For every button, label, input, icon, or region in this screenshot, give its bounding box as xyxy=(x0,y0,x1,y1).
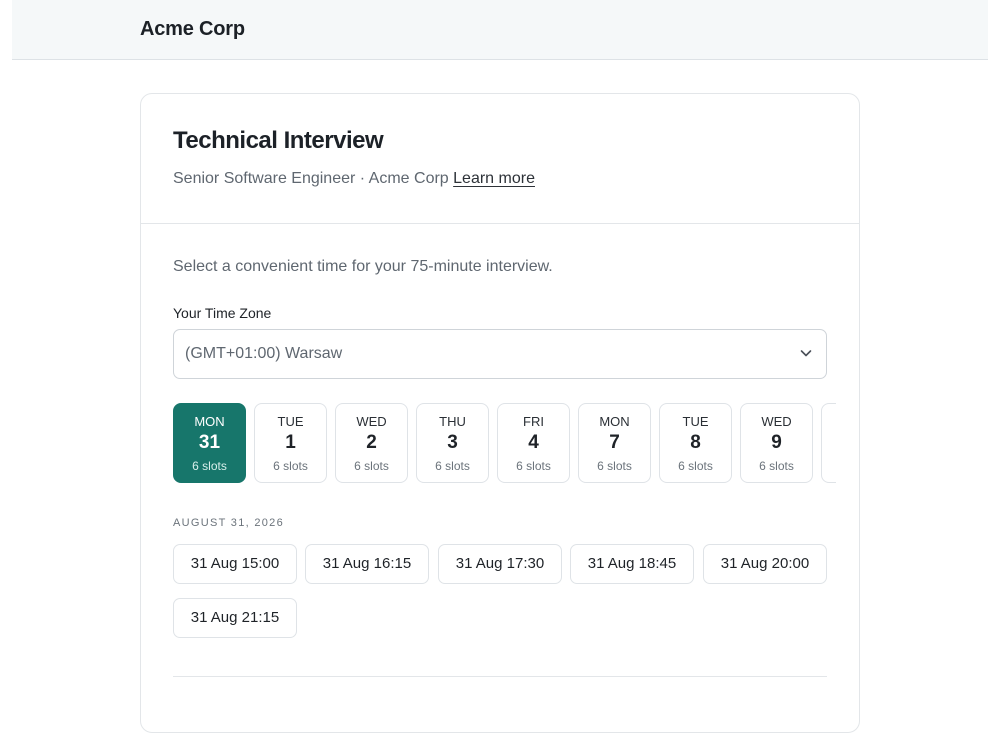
day-button[interactable]: MON 7 6 slots xyxy=(578,403,651,483)
brand-name: Acme Corp xyxy=(140,18,245,40)
day-of-week: THU xyxy=(439,414,466,429)
time-slot-button[interactable]: 31 Aug 21:15 xyxy=(173,598,297,638)
day-button[interactable]: WED 2 6 slots xyxy=(335,403,408,483)
day-button[interactable]: TUE 8 6 slots xyxy=(659,403,732,483)
day-button[interactable]: TUE 1 6 slots xyxy=(254,403,327,483)
day-of-week: WED xyxy=(761,414,792,429)
card-header: Technical Interview Senior Software Engi… xyxy=(141,94,859,224)
time-slot-button[interactable]: 31 Aug 20:00 xyxy=(703,544,827,584)
day-slot-count: 6 slots xyxy=(678,459,713,473)
page-title: Technical Interview xyxy=(173,127,384,154)
day-of-week: FRI xyxy=(523,414,544,429)
day-of-week: WED xyxy=(356,414,387,429)
intro-text: Select a convenient time for your 75-min… xyxy=(173,258,553,275)
day-slot-count: 6 slots xyxy=(597,459,632,473)
day-number: 31 xyxy=(198,432,221,453)
day-slot-count: 6 slots xyxy=(759,459,794,473)
day-number: 8 xyxy=(690,432,701,453)
job-subtitle: Senior Software Engineer · Acme Corp Lea… xyxy=(173,170,535,188)
timezone-label: Your Time Zone xyxy=(173,305,272,321)
section-divider xyxy=(173,676,827,677)
booking-card: Technical Interview Senior Software Engi… xyxy=(140,93,860,733)
day-button[interactable]: MON 31 6 slots xyxy=(173,403,246,483)
day-slot-count: 6 slots xyxy=(435,459,470,473)
subtitle-text: Senior Software Engineer · Acme Corp xyxy=(173,170,449,187)
day-number: 2 xyxy=(366,432,377,453)
time-slot-button[interactable]: 31 Aug 15:00 xyxy=(173,544,297,584)
day-of-week: MON xyxy=(194,414,225,429)
day-slot-count: 6 slots xyxy=(273,459,308,473)
day-number: 9 xyxy=(771,432,782,453)
time-slot-button[interactable]: 31 Aug 17:30 xyxy=(438,544,562,584)
time-slot-button[interactable]: 31 Aug 16:15 xyxy=(305,544,429,584)
day-number: 4 xyxy=(528,432,539,453)
timezone-select[interactable]: (GMT+01:00) Warsaw xyxy=(173,329,827,379)
day-of-week: TUE xyxy=(277,414,304,429)
day-number: 3 xyxy=(447,432,458,453)
day-button[interactable] xyxy=(821,403,836,483)
timezone-value: (GMT+01:00) Warsaw xyxy=(185,345,343,362)
day-button[interactable]: WED 9 6 slots xyxy=(740,403,813,483)
day-button[interactable]: FRI 4 6 slots xyxy=(497,403,570,483)
top-header: Acme Corp xyxy=(12,0,988,60)
day-slot-count: 6 slots xyxy=(516,459,551,473)
day-picker: MON 31 6 slots TUE 1 6 slots WED 2 6 slo… xyxy=(173,403,836,484)
day-of-week: MON xyxy=(599,414,630,429)
chevron-down-icon xyxy=(800,350,812,357)
day-number: 1 xyxy=(285,432,296,453)
day-slot-count: 6 slots xyxy=(192,459,227,473)
day-slot-count: 6 slots xyxy=(354,459,389,473)
day-button[interactable]: THU 3 6 slots xyxy=(416,403,489,483)
time-slot-button[interactable]: 31 Aug 18:45 xyxy=(570,544,694,584)
selected-date-heading: AUGUST 31, 2026 xyxy=(173,517,285,529)
learn-more-link[interactable]: Learn more xyxy=(453,170,535,187)
day-number: 7 xyxy=(609,432,620,453)
day-of-week: TUE xyxy=(682,414,709,429)
